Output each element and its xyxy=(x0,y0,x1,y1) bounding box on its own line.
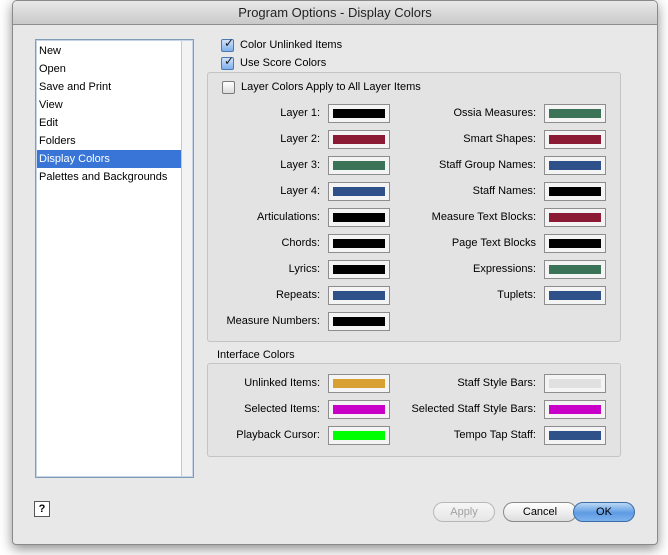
use-score-colors-row[interactable]: ✓ Use Score Colors xyxy=(221,53,327,71)
smart-shapes-swatch xyxy=(549,135,601,144)
playback-cursor-label: Playback Cursor: xyxy=(236,429,320,441)
options-dialog: Program Options - Display Colors New Ope… xyxy=(12,0,658,545)
sidebar-item-view[interactable]: View xyxy=(37,96,181,114)
sidebar-item-save-and-print[interactable]: Save and Print xyxy=(37,78,181,96)
staff-group-names-color-well[interactable] xyxy=(544,156,606,175)
page-text-blocks-color-well[interactable] xyxy=(544,234,606,253)
expressions-swatch xyxy=(549,265,601,274)
staff-names-color-well[interactable] xyxy=(544,182,606,201)
sidebar-item-edit[interactable]: Edit xyxy=(37,114,181,132)
color-unlinked-row[interactable]: ✓ Color Unlinked Items xyxy=(221,35,343,53)
staff-style-bars-label: Staff Style Bars: xyxy=(457,377,536,389)
tuplets-color-well[interactable] xyxy=(544,286,606,305)
layer-2-label: Layer 2: xyxy=(280,133,320,145)
unlinked-items-label: Unlinked Items: xyxy=(244,377,320,389)
layer-3-label: Layer 3: xyxy=(280,159,320,171)
measure-text-blocks-label: Measure Text Blocks: xyxy=(431,211,536,223)
sidebar-item-new[interactable]: New xyxy=(37,42,181,60)
staff-group-names-label: Staff Group Names: xyxy=(438,159,536,171)
measure-numbers-label: Measure Numbers: xyxy=(226,315,320,327)
staff-group-names-swatch xyxy=(549,161,601,170)
help-button[interactable]: ? xyxy=(34,501,50,517)
repeats-swatch xyxy=(333,291,385,300)
repeats-color-well[interactable] xyxy=(328,286,390,305)
checkmark-icon: ✓ xyxy=(224,35,235,50)
lyrics-label: Lyrics: xyxy=(288,263,320,275)
window-title: Program Options - Display Colors xyxy=(13,1,657,25)
layer-3-color-well[interactable] xyxy=(328,156,390,175)
tuplets-label: Tuplets: xyxy=(497,289,536,301)
layer-colors-all-label: Layer Colors Apply to All Layer Items xyxy=(241,81,421,93)
score-colors-group: Layer Colors Apply to All Layer Items La… xyxy=(207,72,621,342)
interface-colors-group: Unlinked Items: Selected Items: Playback… xyxy=(207,363,621,457)
layer-4-swatch xyxy=(333,187,385,196)
layer-4-label: Layer 4: xyxy=(280,185,320,197)
layer-2-color-well[interactable] xyxy=(328,130,390,149)
sidebar-item-display-colors[interactable]: Display Colors xyxy=(37,150,181,168)
playback-cursor-swatch xyxy=(333,431,385,440)
layer-2-swatch xyxy=(333,135,385,144)
smart-shapes-color-well[interactable] xyxy=(544,130,606,149)
measure-numbers-swatch xyxy=(333,317,385,326)
layer-1-label: Layer 1: xyxy=(280,107,320,119)
sidebar-item-open[interactable]: Open xyxy=(37,60,181,78)
color-unlinked-label: Color Unlinked Items xyxy=(240,39,343,51)
selected-staff-style-bars-color-well[interactable] xyxy=(544,400,606,419)
sidebar-scrollbar[interactable] xyxy=(181,41,192,476)
measure-text-blocks-color-well[interactable] xyxy=(544,208,606,227)
playback-cursor-color-well[interactable] xyxy=(328,426,390,445)
unlinked-items-color-well[interactable] xyxy=(328,374,390,393)
layer-colors-all-row[interactable]: Layer Colors Apply to All Layer Items xyxy=(222,79,421,95)
layer-4-color-well[interactable] xyxy=(328,182,390,201)
expressions-label: Expressions: xyxy=(473,263,536,275)
measure-numbers-color-well[interactable] xyxy=(328,312,390,331)
ossia-measures-swatch xyxy=(549,109,601,118)
tempo-tap-staff-color-well[interactable] xyxy=(544,426,606,445)
use-score-colors-checkbox[interactable]: ✓ xyxy=(221,53,235,70)
staff-style-bars-color-well[interactable] xyxy=(544,374,606,393)
articulations-label: Articulations: xyxy=(257,211,320,223)
sidebar-item-folders[interactable]: Folders xyxy=(37,132,181,150)
color-unlinked-checkbox[interactable]: ✓ xyxy=(221,35,235,52)
apply-button[interactable]: Apply xyxy=(433,502,495,522)
layer-3-swatch xyxy=(333,161,385,170)
cancel-button[interactable]: Cancel xyxy=(503,502,577,522)
unlinked-items-swatch xyxy=(333,379,385,388)
sidebar-item-palettes-and-backgrounds[interactable]: Palettes and Backgrounds xyxy=(37,168,181,186)
layer-1-swatch xyxy=(333,109,385,118)
lyrics-color-well[interactable] xyxy=(328,260,390,279)
articulations-color-well[interactable] xyxy=(328,208,390,227)
ossia-measures-label: Ossia Measures: xyxy=(453,107,536,119)
page-text-blocks-swatch xyxy=(549,239,601,248)
tuplets-swatch xyxy=(549,291,601,300)
selected-staff-style-bars-swatch xyxy=(549,405,601,414)
staff-names-label: Staff Names: xyxy=(472,185,536,197)
smart-shapes-label: Smart Shapes: xyxy=(463,133,536,145)
selected-items-swatch xyxy=(333,405,385,414)
staff-names-swatch xyxy=(549,187,601,196)
tempo-tap-staff-label: Tempo Tap Staff: xyxy=(453,429,536,441)
lyrics-swatch xyxy=(333,265,385,274)
ok-button[interactable]: OK xyxy=(573,502,635,522)
ossia-measures-color-well[interactable] xyxy=(544,104,606,123)
articulations-swatch xyxy=(333,213,385,222)
interface-colors-title: Interface Colors xyxy=(217,349,295,361)
chords-label: Chords: xyxy=(281,237,320,249)
staff-style-bars-swatch xyxy=(549,379,601,388)
expressions-color-well[interactable] xyxy=(544,260,606,279)
selected-items-color-well[interactable] xyxy=(328,400,390,419)
selected-items-label: Selected Items: xyxy=(244,403,320,415)
tempo-tap-staff-swatch xyxy=(549,431,601,440)
category-list[interactable]: New Open Save and Print View Edit Folder… xyxy=(35,39,194,478)
use-score-colors-label: Use Score Colors xyxy=(240,57,327,69)
selected-staff-style-bars-label: Selected Staff Style Bars: xyxy=(411,403,536,415)
chords-swatch xyxy=(333,239,385,248)
measure-text-blocks-swatch xyxy=(549,213,601,222)
layer-colors-all-checkbox[interactable] xyxy=(222,80,235,94)
layer-1-color-well[interactable] xyxy=(328,104,390,123)
repeats-label: Repeats: xyxy=(275,289,320,301)
page-text-blocks-label: Page Text Blocks xyxy=(451,237,536,249)
checkmark-icon: ✓ xyxy=(224,53,235,68)
chords-color-well[interactable] xyxy=(328,234,390,253)
